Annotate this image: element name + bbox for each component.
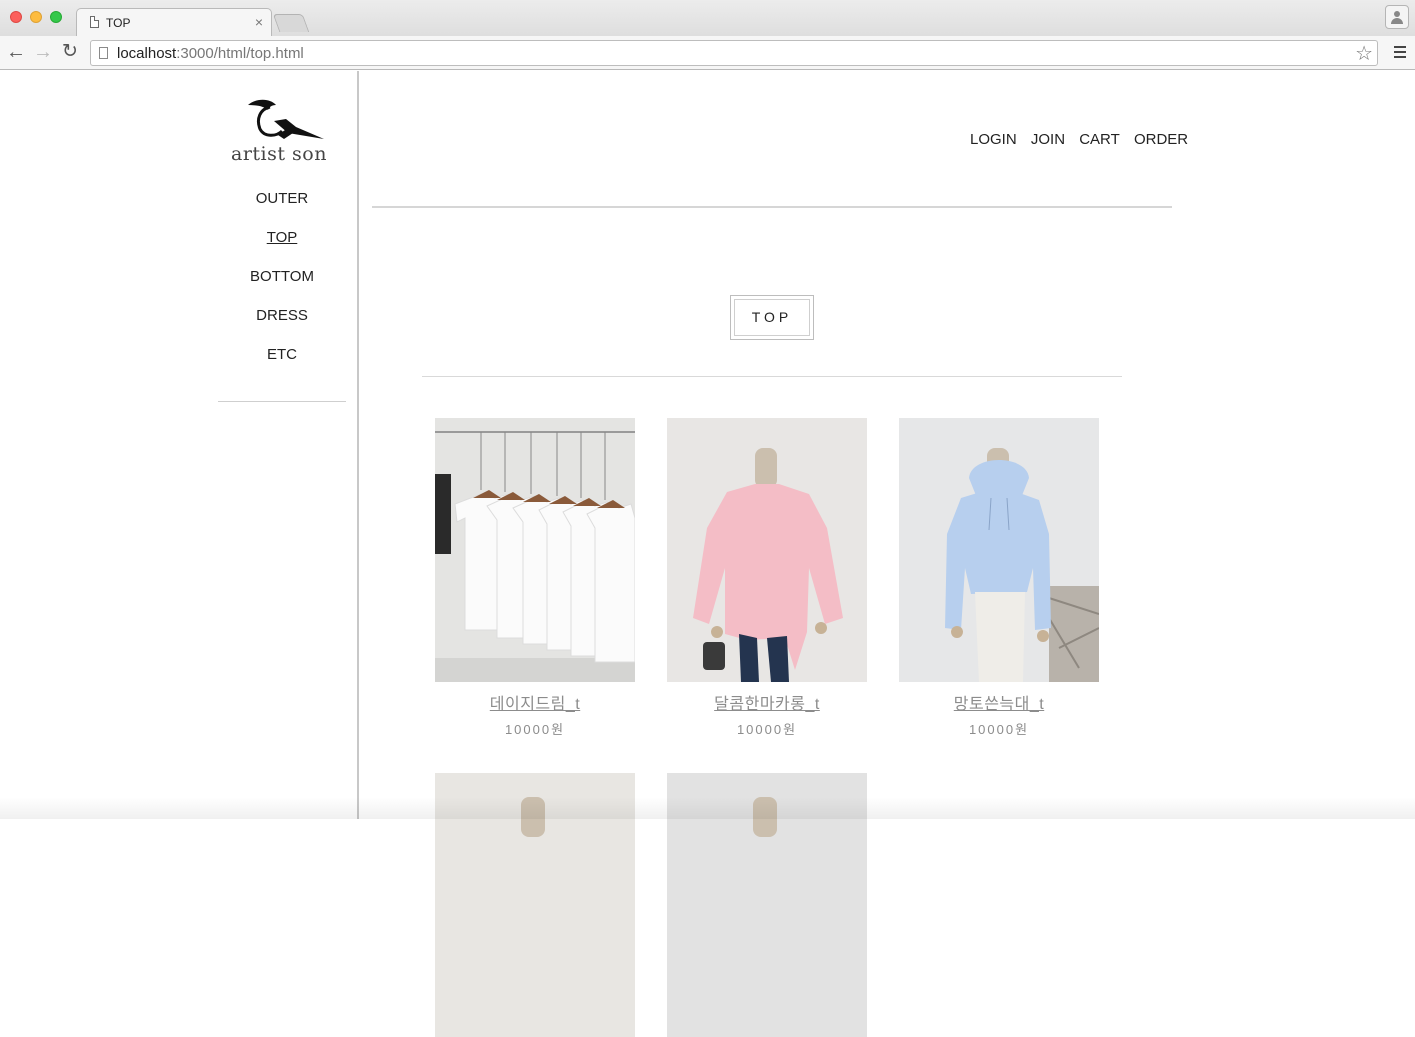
product-name[interactable]: 망토쓴늑대_t — [899, 690, 1099, 714]
browser-titlebar: TOP × — [0, 0, 1415, 36]
sidebar-item-label: DRESS — [256, 307, 308, 324]
login-link[interactable]: LOGIN — [970, 131, 1017, 148]
product-price: 10000원 — [504, 722, 566, 737]
minimize-window-button[interactable] — [30, 11, 42, 23]
product-image[interactable] — [435, 418, 635, 682]
browser-toolbar: ← → ↻ localhost:3000/html/top.html ☆ — [0, 36, 1415, 70]
url-text[interactable]: localhost:3000/html/top.html — [117, 45, 304, 62]
header-menu: LOGIN JOIN CART ORDER — [970, 131, 1198, 148]
maximize-window-button[interactable] — [50, 11, 62, 23]
sidebar-item-top[interactable]: TOP — [218, 228, 346, 267]
bookmark-star-icon[interactable]: ☆ — [1355, 41, 1373, 66]
sidebar-item-bottom[interactable]: BOTTOM — [218, 267, 346, 306]
logo-text[interactable]: artist son — [231, 143, 327, 165]
sidebar-item-label: TOP — [266, 229, 298, 246]
page-icon — [90, 16, 99, 28]
product-name[interactable]: 달콤한마카롱_t — [667, 690, 867, 714]
close-window-button[interactable] — [10, 11, 22, 23]
product-name[interactable]: 데이지드림_t — [435, 690, 635, 714]
sidebar-item-label: ETC — [267, 346, 297, 363]
reload-icon[interactable]: ↻ — [62, 41, 78, 63]
category-divider — [422, 376, 1122, 377]
new-tab-button[interactable] — [272, 14, 310, 32]
order-link[interactable]: ORDER — [1134, 131, 1188, 148]
browser-menu-icon[interactable] — [1394, 46, 1406, 58]
forward-arrow-icon[interactable]: → — [33, 41, 53, 63]
cart-link[interactable]: CART — [1079, 131, 1120, 148]
sidebar-border — [357, 71, 359, 819]
category-title: TOP — [734, 299, 810, 336]
url-path: :3000/html/top.html — [176, 45, 304, 62]
sidebar-item-outer[interactable]: OUTER — [218, 189, 346, 228]
product-image[interactable] — [667, 418, 867, 682]
sidebar-item-dress[interactable]: DRESS — [218, 306, 346, 345]
profile-icon[interactable] — [1385, 5, 1409, 29]
browser-tab[interactable]: TOP × — [76, 8, 272, 36]
product-price: 10000원 — [968, 722, 1030, 737]
product-card[interactable]: 망토쓴늑대_t 10000원 — [899, 418, 1099, 738]
category-sidebar: OUTER TOP BOTTOM DRESS ETC — [218, 189, 346, 384]
page-icon — [99, 47, 108, 59]
sidebar-divider — [218, 401, 346, 402]
window-bottom-shadow — [0, 797, 1415, 819]
product-price: 10000원 — [736, 722, 798, 737]
sidebar-item-label: BOTTOM — [250, 268, 314, 285]
sidebar-item-etc[interactable]: ETC — [218, 345, 346, 384]
sidebar-item-label: OUTER — [255, 190, 309, 207]
tab-title: TOP — [106, 16, 131, 30]
product-card[interactable]: 달콤한마카롱_t 10000원 — [667, 418, 867, 738]
header-divider — [372, 206, 1172, 208]
url-host: localhost — [117, 45, 177, 62]
join-link[interactable]: JOIN — [1031, 131, 1065, 148]
product-image[interactable] — [899, 418, 1099, 682]
close-tab-icon[interactable]: × — [255, 14, 263, 30]
address-bar[interactable]: localhost:3000/html/top.html ☆ — [90, 40, 1378, 66]
category-title-box: TOP — [730, 295, 814, 340]
product-card[interactable]: 데이지드림_t 10000원 — [435, 418, 635, 738]
back-arrow-icon[interactable]: ← — [6, 41, 26, 63]
page-content: artist son OUTER TOP BOTTOM DRESS ETC LO… — [0, 71, 1415, 1037]
